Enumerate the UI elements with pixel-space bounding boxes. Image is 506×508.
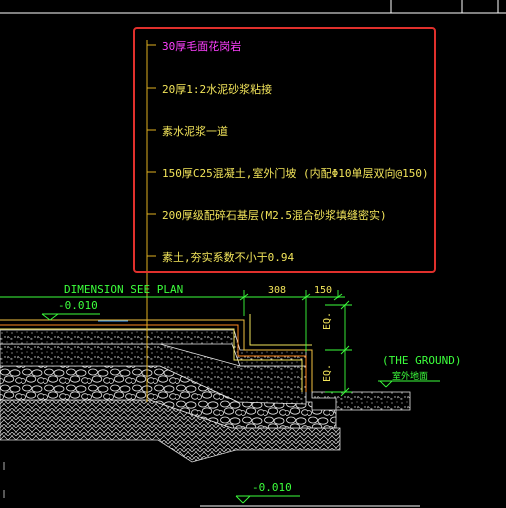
- note-layer-4: 150厚C25混凝土,室外门坡 (内配Φ10单层双向@150): [162, 167, 429, 180]
- level-mark-left: -0.010: [58, 299, 98, 312]
- title-block-lines: [0, 0, 506, 14]
- dimension-308: 308: [268, 285, 287, 296]
- dimension-see-plan-label: DIMENSION SEE PLAN: [64, 283, 184, 296]
- dimension-150: 150: [314, 285, 333, 296]
- note-layer-2: 20厚1:2水泥砂浆粘接: [162, 83, 273, 96]
- dimension-eq-upper: EQ.: [322, 311, 333, 330]
- ground-label: (THE GROUND): [382, 354, 462, 367]
- callout-frame: [133, 27, 436, 273]
- ground-label-cn: 室外地面: [392, 372, 429, 382]
- note-layer-5: 200厚级配碎石基层(M2.5混合砂浆填缝密实): [162, 209, 387, 222]
- note-layer-1: 30厚毛面花岗岩: [162, 40, 242, 53]
- note-layer-6: 素土,夯实系数不小于0.94: [162, 251, 295, 264]
- note-layer-3: 素水泥浆一道: [162, 125, 228, 138]
- dimension-eq-lower: EQ.: [322, 363, 333, 382]
- exterior-ground: [311, 391, 411, 411]
- level-mark-bottom: -0.010: [252, 481, 292, 494]
